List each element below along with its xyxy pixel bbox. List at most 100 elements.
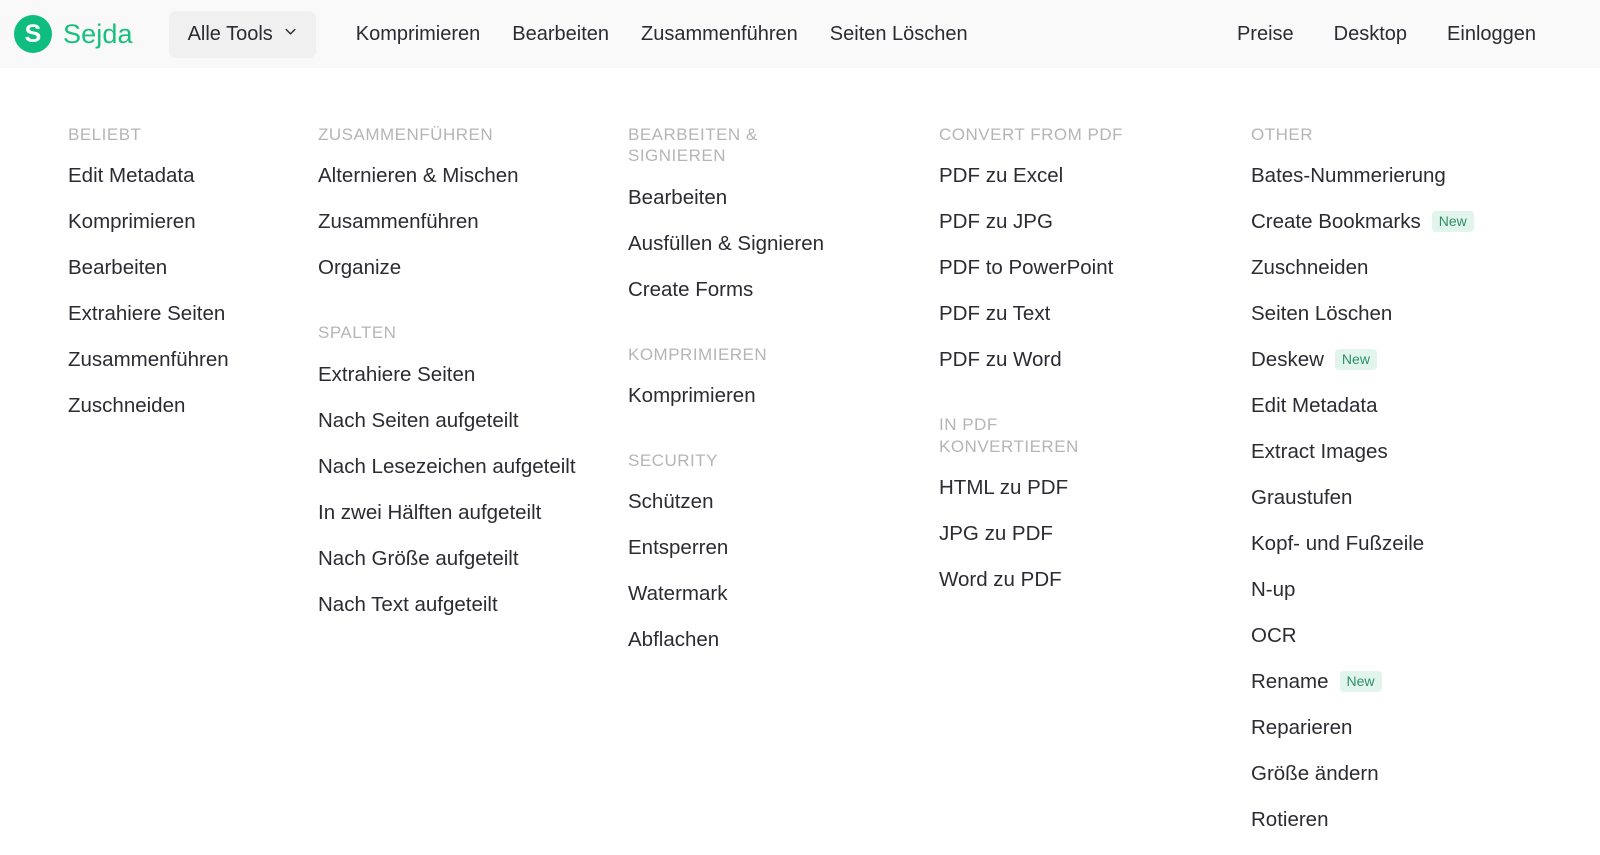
tool-link-ausfuellen-signieren[interactable]: Ausfüllen & Signieren [628,231,888,256]
tool-link-bearbeiten[interactable]: Bearbeiten [628,185,888,210]
tool-link-schuetzen[interactable]: Schützen [628,489,888,514]
tool-link-label: Extrahiere Seiten [318,362,476,386]
tools-mega-menu: BELIEBT Edit Metadata Komprimieren Bearbeit… [0,68,1600,833]
tool-link-komprimieren[interactable]: Komprimieren [628,383,888,408]
tool-link-in-zwei-haelften-aufgeteilt[interactable]: In zwei Hälften aufgeteilt [318,500,578,525]
tool-link-pdf-zu-jpg[interactable]: PDF zu JPG [939,209,1199,234]
tool-link-pdf-zu-word[interactable]: PDF zu Word [939,347,1199,372]
tool-link-jpg-zu-pdf[interactable]: JPG zu PDF [939,521,1199,546]
tool-link-label: N-up [1251,578,1296,602]
tool-link-label: Nach Größe aufgeteilt [318,546,519,570]
nav-item-desktop[interactable]: Desktop [1318,15,1423,54]
tool-link-label: Ausfüllen & Signieren [628,231,825,255]
tool-link-label: Watermark [628,582,728,605]
nav-item-bearbeiten[interactable]: Bearbeiten [496,15,625,54]
menu-column-1: BELIEBT Edit Metadata Komprimieren Bearbeit… [0,68,309,832]
group-title: ZUSAMMENFÜHREN [318,125,494,144]
tool-link-kopf-und-fusszeile[interactable]: Kopf- und Fußzeile [1251,531,1511,556]
chevron-down-icon [284,25,297,38]
tool-link-n-up[interactable]: N-up [1251,577,1511,602]
menu-group-komprimieren: KOMPRIMIEREN Komprimieren [628,344,929,408]
tool-link-label: Entsperren [628,536,729,559]
menu-column-4: CONVERT FROM PDF PDF zu Excel PDF zu JPG PD… [929,68,1240,832]
tool-link-nach-lesezeichen-aufgeteilt[interactable]: Nach Lesezeichen aufgeteilt [318,454,578,479]
menu-column-5: OTHER Bates-Nummerierung Create Bookmarks N… [1240,68,1532,832]
tool-link-watermark[interactable]: Watermark [628,581,888,606]
tool-link-label: Zuschneiden [68,394,186,418]
group-title: BELIEBT [68,125,142,144]
tool-link-zuschneiden[interactable]: Zuschneiden [68,393,309,418]
menu-column-3: BEARBEITEN & SIGNIEREN Bearbeiten Ausfülle… [619,68,929,832]
tool-link-label: Schützen [628,490,714,513]
nav-item-komprimieren[interactable]: Komprimieren [340,15,496,54]
tool-link-label: Rename [1251,670,1329,694]
tool-link-ocr[interactable]: OCR [1251,623,1511,648]
tool-link-seiten-loeschen[interactable]: Seiten Löschen [1251,301,1511,326]
tool-link-organize[interactable]: Organize [318,255,578,280]
new-badge: New [1339,671,1382,693]
tool-link-bearbeiten[interactable]: Bearbeiten [68,255,309,280]
tool-link-pdf-to-powerpoint[interactable]: PDF to PowerPoint [939,255,1199,280]
menu-group-zusammenfuehren: ZUSAMMENFÜHREN Alternieren & Mischen Zusam… [318,124,619,280]
tool-link-komprimieren[interactable]: Komprimieren [68,209,309,234]
brand-logo-link[interactable]: S Sejda [14,15,133,53]
nav-item-preise[interactable]: Preise [1221,15,1310,54]
brand-name: Sejda [63,18,133,49]
site-header: S Sejda Alle Tools Komprimieren Bearbeit… [0,0,1600,68]
tool-link-extrahiere-seiten[interactable]: Extrahiere Seiten [318,362,578,387]
tool-link-pdf-zu-excel[interactable]: PDF zu Excel [939,163,1199,188]
tool-link-create-forms[interactable]: Create Forms [628,277,888,302]
tool-link-html-zu-pdf[interactable]: HTML zu PDF [939,475,1199,500]
nav-item-zusammenfuehren[interactable]: Zusammenführen [625,15,814,54]
all-tools-button[interactable]: Alle Tools [168,10,316,58]
tool-link-label: Extrahiere Seiten [68,302,226,326]
group-title: SPALTEN [318,323,397,343]
tool-link-entsperren[interactable]: Entsperren [628,535,888,560]
tool-link-edit-metadata[interactable]: Edit Metadata [1251,393,1511,418]
menu-group-security: SECURITY Schützen Entsperren Watermark Abfla… [628,450,929,652]
tool-link-label: Create Forms [628,277,754,301]
tool-link-label: Abflachen [628,628,720,651]
nav-item-einloggen[interactable]: Einloggen [1431,15,1552,54]
menu-group-beliebt: BELIEBT Edit Metadata Komprimieren Bearbeit… [68,124,309,418]
tool-link-nach-groesse-aufgeteilt[interactable]: Nach Größe aufgeteilt [318,546,578,571]
tool-link-pdf-zu-text[interactable]: PDF zu Text [939,301,1199,326]
tool-link-rotieren[interactable]: Rotieren [1251,807,1511,832]
tool-link-extrahiere-seiten[interactable]: Extrahiere Seiten [68,301,309,326]
tool-link-label: Komprimieren [628,383,756,407]
tool-link-label: Zusammenführen [68,348,229,372]
menu-group-bearbeiten-signieren: BEARBEITEN & SIGNIEREN Bearbeiten Ausfülle… [628,124,929,302]
tool-link-edit-metadata[interactable]: Edit Metadata [68,163,309,188]
tool-link-label: Edit Metadata [68,164,195,188]
tool-link-label: Komprimieren [68,210,196,234]
tool-link-nach-seiten-aufgeteilt[interactable]: Nach Seiten aufgeteilt [318,408,578,433]
tool-link-graustufen[interactable]: Graustufen [1251,485,1511,510]
tool-link-zusammenfuehren[interactable]: Zusammenführen [68,347,309,372]
new-badge: New [1431,211,1474,233]
tool-link-label: Zusammenführen [318,210,479,234]
tool-link-reparieren[interactable]: Reparieren [1251,715,1511,740]
tool-link-label: Extract Images [1251,440,1388,464]
nav-item-seiten-loeschen[interactable]: Seiten Löschen [814,15,984,54]
tool-link-label: Deskew [1251,348,1324,372]
tool-link-word-zu-pdf[interactable]: Word zu PDF [939,567,1199,592]
tool-link-groesse-aendern[interactable]: Größe ändern [1251,761,1511,786]
tool-link-label: PDF zu JPG [939,210,1053,234]
tool-link-create-bookmarks[interactable]: Create Bookmarks New [1251,209,1511,234]
tool-link-alternieren-mischen[interactable]: Alternieren & Mischen [318,163,578,188]
tool-link-nach-text-aufgeteilt[interactable]: Nach Text aufgeteilt [318,592,578,617]
tool-link-bates-nummerierung[interactable]: Bates-Nummerierung [1251,163,1511,188]
group-title: KOMPRIMIEREN [628,344,768,364]
tool-link-zusammenfuehren[interactable]: Zusammenführen [318,209,578,234]
menu-group-convert-from-pdf: CONVERT FROM PDF PDF zu Excel PDF zu JPG PD… [939,124,1240,372]
tool-link-label: In zwei Hälften aufgeteilt [318,500,542,524]
tool-link-extract-images[interactable]: Extract Images [1251,439,1511,464]
all-tools-label: Alle Tools [187,22,273,45]
tool-link-deskew[interactable]: Deskew New [1251,347,1511,372]
menu-group-other: OTHER Bates-Nummerierung Create Bookmarks N… [1251,124,1532,832]
tool-link-abflachen[interactable]: Abflachen [628,627,888,652]
tool-link-label: JPG zu PDF [939,521,1053,545]
tool-link-label: PDF zu Word [939,348,1062,372]
tool-link-rename[interactable]: Rename New [1251,669,1511,694]
tool-link-zuschneiden[interactable]: Zuschneiden [1251,255,1511,280]
